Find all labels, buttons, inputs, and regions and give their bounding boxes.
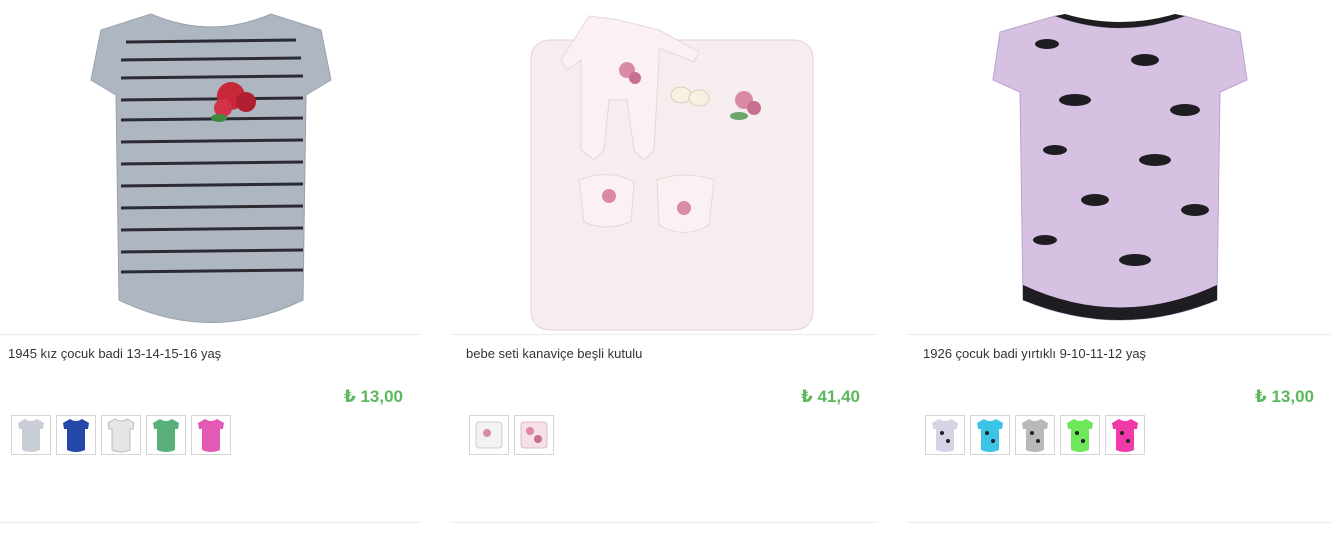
baby-set-image bbox=[530, 15, 814, 331]
white-set-icon bbox=[475, 421, 503, 449]
product-card[interactable]: bebe seti kanaviçe beşli kutulu ₺ 41,40 bbox=[450, 0, 878, 536]
product-image[interactable] bbox=[450, 0, 878, 334]
product-image[interactable] bbox=[0, 0, 421, 334]
variant-thumb-lilac[interactable] bbox=[925, 415, 965, 455]
product-name[interactable]: bebe seti kanaviçe beşli kutulu bbox=[466, 346, 642, 361]
variant-thumb-green[interactable] bbox=[1060, 415, 1100, 455]
product-price: ₺ 41,40 bbox=[800, 387, 860, 406]
variant-thumb-green[interactable] bbox=[146, 415, 186, 455]
divider bbox=[450, 334, 878, 335]
divider bbox=[450, 522, 878, 523]
product-name[interactable]: 1926 çocuk badi yırtıklı 9-10-11-12 yaş bbox=[923, 346, 1146, 361]
pink-shirt-icon bbox=[198, 419, 224, 452]
green-shirt-icon bbox=[153, 419, 179, 452]
grey-shirt-icon bbox=[1022, 419, 1048, 452]
divider bbox=[0, 522, 421, 523]
divider bbox=[907, 334, 1332, 335]
variant-thumb-pink[interactable] bbox=[191, 415, 231, 455]
variant-list bbox=[925, 415, 1145, 455]
lilac-shirt-icon bbox=[932, 419, 958, 452]
divider bbox=[907, 522, 1332, 523]
pink-shirt-icon bbox=[1112, 419, 1138, 452]
variant-thumb-pink-set[interactable] bbox=[514, 415, 554, 455]
product-card[interactable]: 1945 kız çocuk badi 13-14-15-16 yaş ₺ 13… bbox=[0, 0, 421, 536]
turquoise-shirt-icon bbox=[977, 419, 1003, 452]
variant-list bbox=[11, 415, 231, 455]
product-price: ₺ 13,00 bbox=[1254, 387, 1314, 406]
grey-tshirt-image bbox=[89, 13, 332, 323]
pink-tshirt-image bbox=[991, 14, 1248, 321]
variant-thumb-grey[interactable] bbox=[1015, 415, 1055, 455]
pink-set-icon bbox=[520, 421, 548, 449]
variant-list bbox=[469, 415, 554, 455]
variant-thumb-blue[interactable] bbox=[56, 415, 96, 455]
variant-thumb-turquoise[interactable] bbox=[970, 415, 1010, 455]
variant-thumb-white[interactable] bbox=[101, 415, 141, 455]
product-price: ₺ 13,00 bbox=[343, 387, 403, 406]
grey-shirt-icon bbox=[18, 419, 44, 452]
variant-thumb-pink[interactable] bbox=[1105, 415, 1145, 455]
green-shirt-icon bbox=[1067, 419, 1093, 452]
divider bbox=[0, 334, 421, 335]
blue-shirt-icon bbox=[63, 419, 89, 452]
variant-thumb-grey[interactable] bbox=[11, 415, 51, 455]
white-shirt-icon bbox=[107, 418, 135, 453]
product-card[interactable]: 1926 çocuk badi yırtıklı 9-10-11-12 yaş … bbox=[907, 0, 1332, 536]
variant-thumb-white-set[interactable] bbox=[469, 415, 509, 455]
product-image[interactable] bbox=[907, 0, 1332, 334]
product-name[interactable]: 1945 kız çocuk badi 13-14-15-16 yaş bbox=[8, 346, 221, 361]
